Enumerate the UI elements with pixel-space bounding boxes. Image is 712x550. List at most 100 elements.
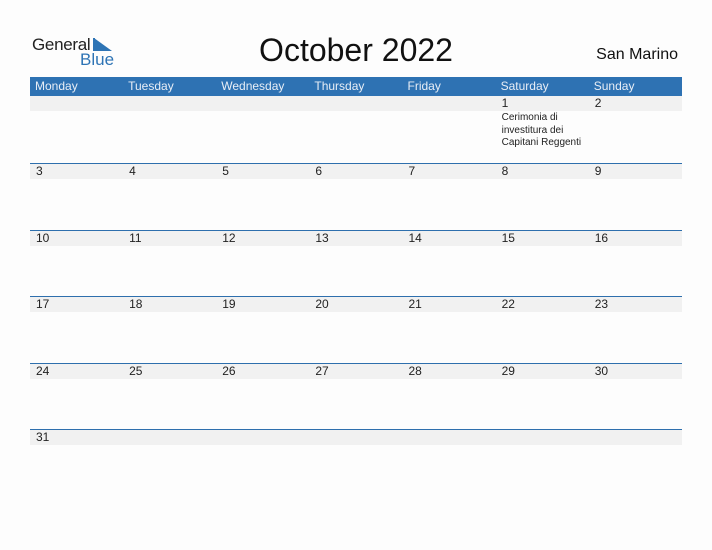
- day-cell[interactable]: 11: [123, 231, 217, 297]
- day-number: 31: [30, 430, 124, 445]
- day-cell[interactable]: 31: [30, 430, 124, 496]
- day-number: 1: [495, 96, 589, 111]
- week-row: 10 11 12 13 14 15 16: [30, 230, 682, 297]
- day-number: 13: [309, 231, 403, 246]
- week-row: 3456789: [30, 163, 682, 230]
- week-row: 24 25 26 27 28 29 30: [30, 363, 682, 430]
- day-number: [123, 96, 217, 111]
- day-cell[interactable]: 4: [123, 164, 217, 230]
- day-cell[interactable]: 27: [309, 364, 403, 430]
- day-cell[interactable]: 7: [402, 164, 496, 230]
- day-cell[interactable]: 8: [495, 164, 589, 230]
- day-cell[interactable]: 2: [588, 96, 682, 162]
- day-number: 30: [588, 364, 682, 379]
- day-number: 28: [402, 364, 496, 379]
- day-cell[interactable]: [402, 96, 496, 162]
- week-row: 1 Cerimonia di investitura dei Capitani R…: [30, 96, 682, 162]
- day-cell[interactable]: 24: [30, 364, 124, 430]
- day-number: [123, 430, 217, 445]
- day-number: [216, 430, 310, 445]
- day-cell[interactable]: 29: [495, 364, 589, 430]
- day-number: [309, 96, 403, 111]
- day-number: 5: [216, 164, 310, 179]
- day-cell[interactable]: 23: [588, 297, 682, 363]
- day-number: 22: [495, 297, 589, 312]
- day-cell[interactable]: 28: [402, 364, 496, 430]
- day-number: 7: [402, 164, 496, 179]
- day-number: 27: [309, 364, 403, 379]
- day-number: 16: [588, 231, 682, 246]
- day-cell[interactable]: 22: [495, 297, 589, 363]
- day-cell[interactable]: [402, 430, 496, 496]
- weekday-header: Monday Tuesday Wednesday Thursday Friday…: [30, 77, 682, 96]
- day-number: 3: [30, 164, 124, 179]
- weekday-friday: Friday: [407, 79, 441, 93]
- day-cell[interactable]: 26: [216, 364, 310, 430]
- day-number: [402, 96, 496, 111]
- day-number: 18: [123, 297, 217, 312]
- day-cell[interactable]: [216, 430, 310, 496]
- day-number: 26: [216, 364, 310, 379]
- weekday-tuesday: Tuesday: [128, 79, 174, 93]
- day-number: 20: [309, 297, 403, 312]
- day-cell[interactable]: [30, 96, 124, 162]
- day-number: 24: [30, 364, 124, 379]
- day-cell[interactable]: 1 Cerimonia di investitura dei Capitani R…: [495, 96, 589, 162]
- day-number: 19: [216, 297, 310, 312]
- day-number: 17: [30, 297, 124, 312]
- day-cell[interactable]: 19: [216, 297, 310, 363]
- day-cell[interactable]: 15: [495, 231, 589, 297]
- holiday-event: Cerimonia di investitura dei Capitani Re…: [501, 112, 582, 148]
- day-number: 8: [495, 164, 589, 179]
- weekday-thursday: Thursday: [314, 79, 365, 93]
- day-cell[interactable]: 13: [309, 231, 403, 297]
- day-number: 14: [402, 231, 496, 246]
- day-number: 2: [588, 96, 682, 111]
- day-cell[interactable]: [495, 430, 589, 496]
- day-number: [402, 430, 496, 445]
- day-cell[interactable]: [309, 430, 403, 496]
- week-row: 17 18 19 20 21 22 23: [30, 296, 682, 363]
- day-cell[interactable]: 21: [402, 297, 496, 363]
- day-cell[interactable]: 18: [123, 297, 217, 363]
- day-number: 23: [588, 297, 682, 312]
- weekday-sunday: Sunday: [593, 79, 635, 93]
- week-row: 31: [30, 429, 682, 496]
- day-number: 21: [402, 297, 496, 312]
- day-cell[interactable]: 16: [588, 231, 682, 297]
- day-cell[interactable]: [588, 430, 682, 496]
- day-number: [30, 96, 124, 111]
- weekday-monday: Monday: [35, 79, 78, 93]
- day-number: [216, 96, 310, 111]
- day-cell[interactable]: 12: [216, 231, 310, 297]
- day-cell[interactable]: 9: [588, 164, 682, 230]
- day-cell[interactable]: 6: [309, 164, 403, 230]
- day-number: 11: [123, 231, 217, 246]
- day-number: 10: [30, 231, 124, 246]
- day-number: [495, 430, 589, 445]
- day-cell[interactable]: 20: [309, 297, 403, 363]
- weekday-wednesday: Wednesday: [221, 79, 285, 93]
- day-number: [309, 430, 403, 445]
- day-cell[interactable]: 10: [30, 231, 124, 297]
- weekday-saturday: Saturday: [500, 79, 549, 93]
- day-number: 25: [123, 364, 217, 379]
- day-cell[interactable]: 17: [30, 297, 124, 363]
- country-label: San Marino: [596, 46, 678, 63]
- day-number: 6: [309, 164, 403, 179]
- day-number: [588, 430, 682, 445]
- day-cell[interactable]: 14: [402, 231, 496, 297]
- day-number: 15: [495, 231, 589, 246]
- day-cell[interactable]: 25: [123, 364, 217, 430]
- day-number: 12: [216, 231, 310, 246]
- day-number: 29: [495, 364, 589, 379]
- day-cell[interactable]: [309, 96, 403, 162]
- day-cell[interactable]: 30: [588, 364, 682, 430]
- day-cell[interactable]: 3: [30, 164, 124, 230]
- day-cell[interactable]: 5: [216, 164, 310, 230]
- day-cell[interactable]: [216, 96, 310, 162]
- day-number: 4: [123, 164, 217, 179]
- day-cell[interactable]: [123, 430, 217, 496]
- day-cell[interactable]: [123, 96, 217, 162]
- day-number: 9: [588, 164, 682, 179]
